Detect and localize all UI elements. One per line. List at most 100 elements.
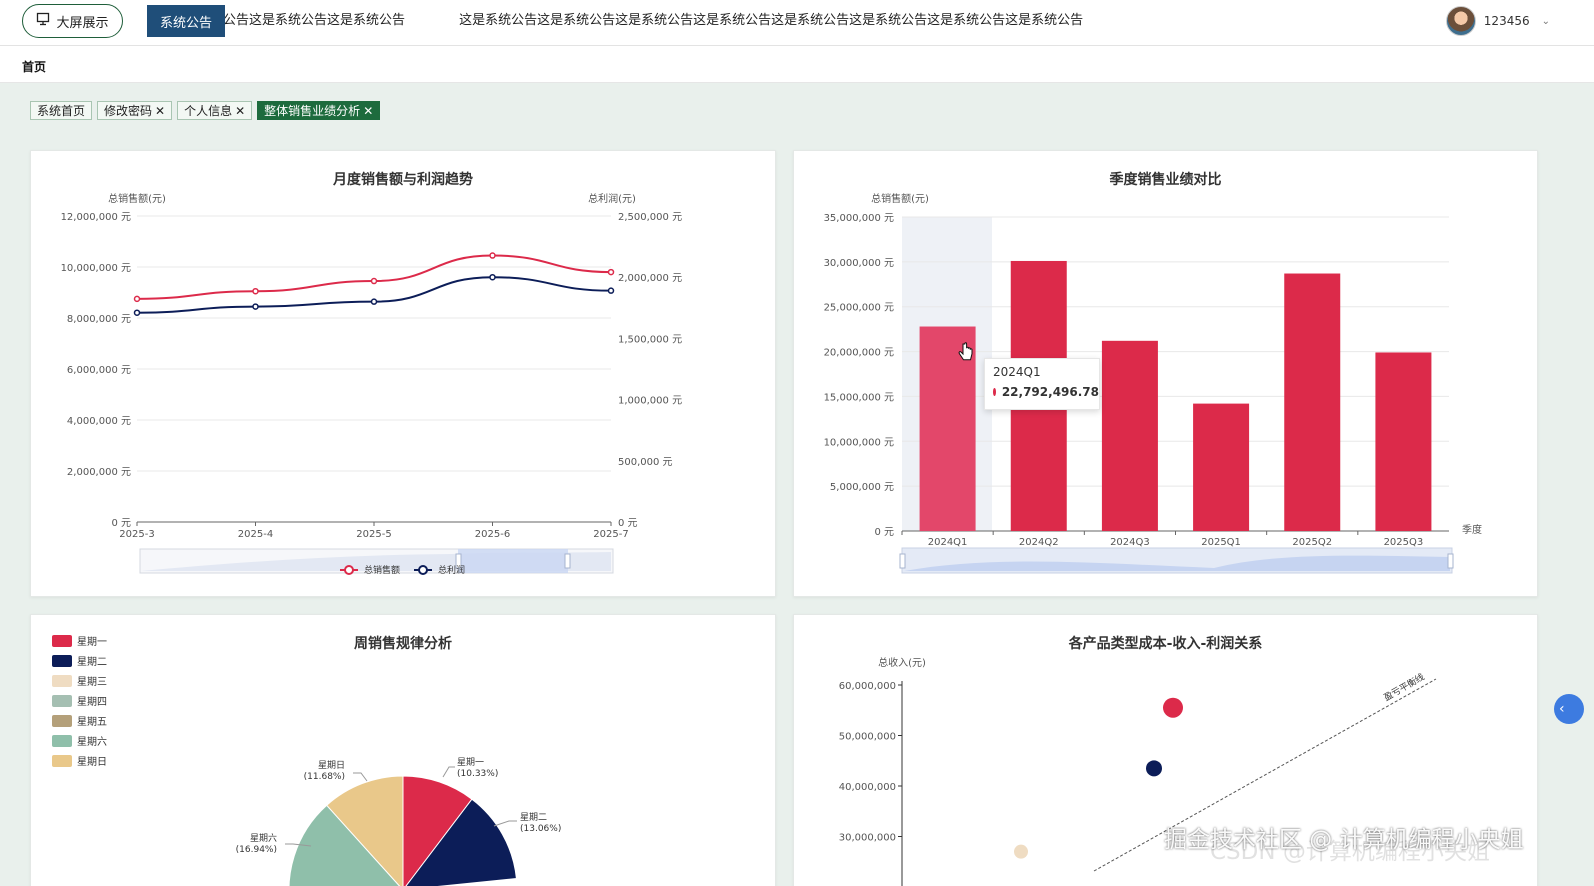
y-tick-label: 10,000,000 元 — [61, 263, 131, 274]
y2-tick-label: 500,000 元 — [618, 457, 673, 468]
series-line — [136, 254, 612, 300]
notice-text: 这是系统公告这是系统公告这是系统公告这是系统公告这是系统公告这是系统公告这是系统… — [459, 13, 1084, 28]
datazoom-handle-right[interactable] — [1447, 553, 1454, 569]
data-point — [252, 303, 259, 310]
bar — [1284, 273, 1341, 531]
data-point — [370, 277, 378, 285]
y-tick-label: 2,000,000 元 — [67, 467, 131, 478]
datazoom-handle-left[interactable] — [899, 553, 906, 569]
x-tick-label: 2024Q3 — [1110, 537, 1150, 548]
pie-label-sun: 星期日 (11.68%) — [304, 760, 368, 782]
weekly-pie-chart[interactable]: 星期一星期二星期三星期四星期五星期六星期日 星期一 (10.33%) 星期二 (… — [31, 615, 777, 886]
monitor-icon — [36, 12, 50, 30]
tab-label: 修改密码 — [104, 104, 153, 118]
y-tick-label: 15,000,000 元 — [824, 392, 894, 403]
tab-home[interactable]: 系统首页 — [30, 101, 93, 120]
legend-item-profit[interactable]: 总利润 — [414, 564, 465, 576]
y-tick-label: 10,000,000 元 — [824, 437, 894, 448]
quarterly-bar-chart[interactable]: 总销售额(元) 季度 0 元 5,000,000 元 10,000,000 元 15,… — [794, 151, 1539, 598]
legend-label: 星期三 — [77, 676, 107, 688]
x-tick-label: 2025-7 — [593, 529, 628, 540]
x-tick-label: 2025-5 — [356, 529, 391, 540]
pie-label-name: 星期二 — [520, 812, 547, 823]
data-point — [607, 268, 615, 276]
data-point — [607, 287, 615, 294]
data-point — [133, 295, 141, 303]
avatar[interactable] — [1445, 6, 1476, 36]
legend-label: 总销售额 — [364, 564, 400, 576]
y2-tick-label: 0 元 — [618, 518, 638, 529]
user-menu[interactable]: 123456 ⌄ — [1445, 6, 1550, 36]
y-tick-label: 60,000,000 — [839, 681, 896, 692]
y-tick-label: 12,000,000 元 — [61, 212, 131, 223]
close-icon[interactable]: ✕ — [155, 104, 165, 118]
data-point — [489, 252, 496, 259]
legend-label: 星期六 — [77, 736, 107, 748]
notice-marquee: 公告这是系统公告这是系统公告 这是系统公告这是系统公告这是系统公告这是系统公告这… — [225, 0, 1405, 44]
datazoom-window[interactable] — [458, 549, 568, 573]
hand-cursor-icon — [958, 342, 973, 361]
y-axis-label-left: 总销售额(元) — [108, 192, 166, 205]
pie-label-pct: (11.68%) — [304, 772, 345, 782]
pie-label-mon: 星期一 (10.33%) — [442, 757, 498, 779]
y2-tick-label: 2,000,000 元 — [618, 273, 682, 284]
tab-change-password[interactable]: 修改密码 ✕ — [97, 101, 173, 120]
breadcrumb[interactable]: 首页 — [22, 58, 46, 75]
y-tick-label: 30,000,000 — [839, 833, 896, 844]
y2-tick-label: 1,000,000 元 — [618, 396, 682, 407]
close-icon[interactable]: ✕ — [235, 104, 245, 118]
y-tick-label: 30,000,000 元 — [824, 258, 894, 269]
legend-label: 星期二 — [77, 656, 107, 668]
chevron-down-icon: ⌄ — [1541, 15, 1550, 27]
pie-label-name: 星期一 — [457, 757, 484, 768]
y-axis-label: 总收入(元) — [878, 656, 926, 669]
weekly-pattern-card: 周销售规律分析 星期一 星期二 星期三 星期四 星期五 星期六 星期日 星期一 (10.33… — [30, 614, 776, 886]
y-tick-label: 40,000,000 — [839, 782, 896, 793]
tab-sales-analysis[interactable]: 整体销售业绩分析 ✕ — [257, 101, 381, 120]
tooltip-category: 2024Q1 — [993, 365, 1041, 379]
y-tick-label: 0 元 — [874, 527, 894, 538]
chart-tooltip: 2024Q1 22,792,496.78 — [984, 358, 1100, 410]
x-tick-label: 2025Q3 — [1384, 537, 1424, 548]
y-tick-label: 50,000,000 — [839, 732, 896, 743]
series-dot-icon — [993, 388, 996, 396]
y2-tick-label: 2,500,000 元 — [618, 212, 682, 223]
legend-swatch — [52, 735, 72, 747]
x-tick-label: 2025Q1 — [1201, 537, 1241, 548]
y-tick-label: 0 元 — [111, 518, 131, 529]
data-point — [489, 273, 496, 281]
monthly-trend-chart[interactable]: 总销售额(元) 总利润(元) 0 元 2,000,000 元 4,000,000 元… — [31, 151, 777, 598]
side-drawer-handle[interactable]: ‹ — [1554, 694, 1584, 724]
tab-bar: 系统首页 修改密码 ✕ 个人信息 ✕ 整体销售业绩分析 ✕ — [30, 101, 381, 120]
x-tick-label: 2025-3 — [119, 529, 154, 540]
scatter-point — [1014, 844, 1028, 859]
username: 123456 — [1483, 14, 1530, 28]
datazoom-handle-right[interactable] — [564, 553, 571, 569]
x-tick-label: 2024Q1 — [928, 537, 968, 548]
tooltip-value: 22,792,496.78 — [1001, 385, 1099, 399]
tab-label: 系统首页 — [37, 104, 86, 118]
close-icon[interactable]: ✕ — [363, 104, 373, 118]
breadcrumb-bar: 首页 — [0, 46, 1594, 83]
y-tick-label: 5,000,000 元 — [830, 482, 894, 493]
pie-label-pct: (16.94%) — [236, 845, 277, 855]
big-screen-button[interactable]: 大屏展示 — [22, 4, 123, 38]
bar — [1193, 403, 1250, 531]
x-axis-label: 季度 — [1462, 523, 1482, 536]
tab-label: 个人信息 — [184, 104, 233, 118]
legend-label: 星期日 — [77, 756, 107, 768]
legend-item-sales[interactable]: 总销售额 — [340, 564, 400, 576]
y-tick-label: 35,000,000 元 — [824, 213, 894, 224]
y-tick-label: 6,000,000 元 — [67, 365, 131, 376]
x-tick-label: 2025-6 — [475, 529, 510, 540]
data-point — [133, 309, 141, 316]
legend-label: 星期五 — [77, 716, 107, 728]
y-tick-label: 25,000,000 元 — [824, 303, 894, 314]
big-screen-label: 大屏展示 — [56, 15, 109, 31]
tab-profile[interactable]: 个人信息 ✕ — [177, 101, 253, 120]
legend-swatch — [52, 655, 72, 667]
breakeven-label: 盈亏平衡线 — [1382, 671, 1427, 704]
legend-label: 总利润 — [438, 564, 465, 576]
monthly-trend-card: 月度销售额与利润趋势 总销售额(元) 总利润(元) 0 元 2,000,000 元… — [30, 150, 776, 597]
x-tick-label: 2025Q2 — [1292, 537, 1332, 548]
